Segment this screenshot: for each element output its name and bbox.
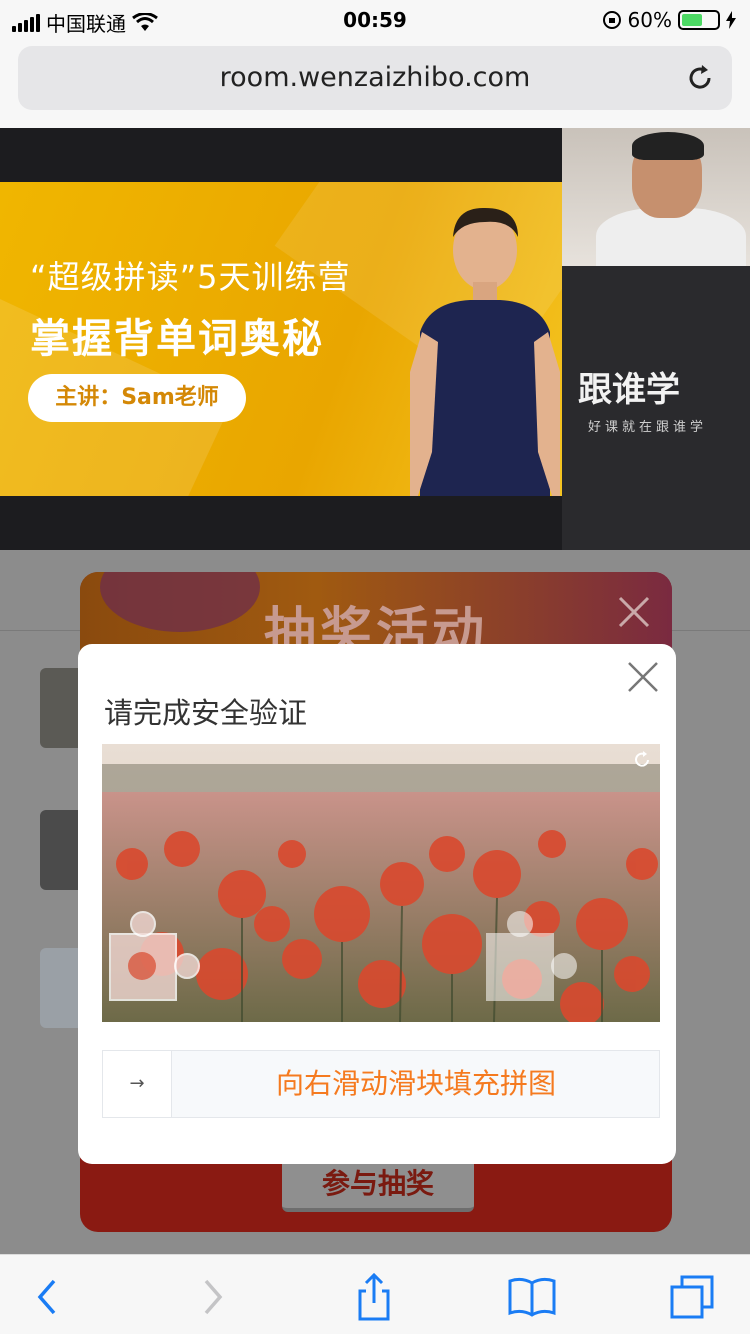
presenter-image: [410, 207, 560, 496]
close-icon[interactable]: [616, 594, 652, 630]
join-lottery-button[interactable]: 参与抽奖: [282, 1156, 474, 1212]
course-banner: “超级拼读”5天训练营 掌握背单词奥秘 主讲：Sam老师: [0, 182, 562, 496]
url-text[interactable]: room.wenzaizhibo.com: [18, 62, 732, 93]
captcha-dialog: 请完成安全验证 → 向右滑动滑块填充拼图: [78, 644, 676, 1164]
slider-hint: 向右滑动滑块填充拼图: [275, 1067, 556, 1100]
refresh-icon[interactable]: [632, 750, 652, 770]
rotation-lock-icon: [602, 11, 621, 29]
browser-toolbar: [0, 1254, 750, 1334]
brand-panel: 跟谁学 好课就在跟谁学: [562, 266, 750, 550]
book-icon[interactable]: [508, 1273, 556, 1321]
chevron-right-icon[interactable]: [188, 1273, 236, 1321]
teacher-camera-feed: [562, 128, 750, 266]
slider-handle[interactable]: →: [102, 1050, 172, 1118]
share-icon[interactable]: [350, 1273, 398, 1321]
charging-icon: [726, 11, 736, 29]
banner-title: 掌握背单词奥秘: [30, 316, 324, 362]
banner-speaker: 主讲：Sam老师: [28, 374, 246, 422]
live-video-area[interactable]: “超级拼读”5天训练营 掌握背单词奥秘 主讲：Sam老师 跟谁学 好课就在跟谁学: [0, 128, 750, 550]
brand-logo: 跟谁学: [578, 370, 680, 410]
status-bar: 中国联通 00:59 60%: [0, 0, 750, 40]
puzzle-image: [102, 744, 660, 1022]
battery-percent: 60%: [627, 8, 672, 32]
chevron-left-icon[interactable]: [24, 1273, 72, 1321]
captcha-heading: 请完成安全验证: [104, 696, 308, 730]
browser-address-area: room.wenzaizhibo.com: [0, 40, 750, 128]
close-icon[interactable]: [626, 660, 660, 694]
reload-icon[interactable]: [684, 62, 716, 94]
banner-subtitle: “超级拼读”5天训练营: [30, 258, 351, 296]
brand-slogan: 好课就在跟谁学: [588, 420, 708, 435]
tabs-icon[interactable]: [668, 1273, 716, 1321]
battery-icon: [678, 10, 720, 30]
address-bar[interactable]: room.wenzaizhibo.com: [18, 46, 732, 110]
captcha-slider-track[interactable]: → 向右滑动滑块填充拼图: [102, 1050, 660, 1118]
